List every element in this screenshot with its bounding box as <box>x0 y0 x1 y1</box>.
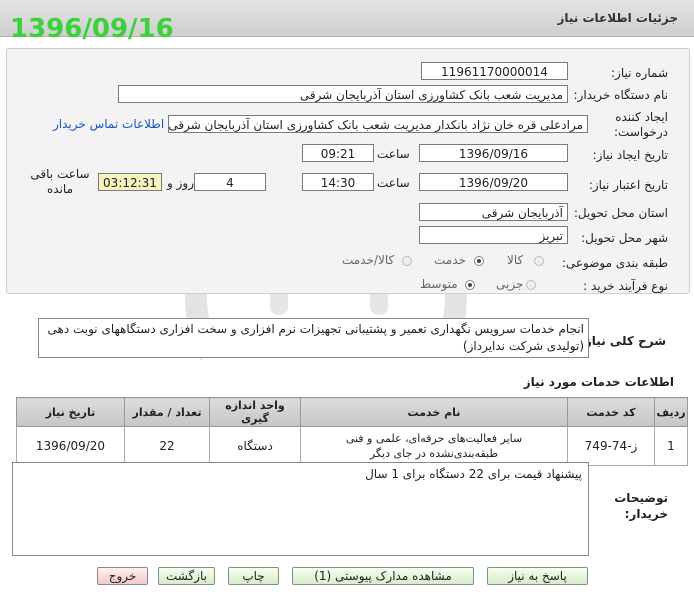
buyer-org-field: مدیریت شعب بانک کشاورزی استان آذربایجان … <box>118 85 568 103</box>
category-goods-radio[interactable] <box>534 256 544 266</box>
view-attachments-button[interactable]: مشاهده مدارک پیوستی (1) <box>292 567 474 585</box>
city-label: شهر محل تحویل: <box>581 231 668 245</box>
need-number-label: شماره نیاز: <box>611 66 668 80</box>
validity-time-field: 14:30 <box>302 173 374 191</box>
summary-field: انجام خدمات سرویس نگهداری تعمیر و پشتیبا… <box>38 318 589 358</box>
summary-label: شرح کلی نیاز: <box>580 334 666 348</box>
category-service-radio[interactable] <box>474 256 484 266</box>
validity-date-label: تاریخ اعتبار نیاز: <box>588 178 668 192</box>
col-qty: تعداد / مقدار <box>124 397 210 427</box>
buyer-org-label: نام دستگاه خریدار: <box>573 88 669 102</box>
category-service-label: خدمت <box>434 253 466 267</box>
category-label: طبقه بندی موضوعی: <box>561 256 668 270</box>
category-goods-service-radio[interactable] <box>402 256 412 266</box>
process-medium-radio[interactable] <box>465 280 475 290</box>
back-button[interactable]: بازگشت <box>158 567 215 585</box>
days-label: روز و <box>167 176 194 190</box>
cell-date: 1396/09/20 <box>16 426 125 466</box>
buyer-contact-link[interactable]: اطلاعات تماس خریدار <box>53 117 164 131</box>
cell-row: 1 <box>654 426 688 466</box>
category-goods-service-label: کالا/خدمت <box>342 253 395 267</box>
process-minor-radio[interactable] <box>526 280 536 290</box>
process-minor-label: جزیی <box>496 277 524 291</box>
created-date-field: 1396/09/16 <box>419 144 568 162</box>
process-medium-label: متوسط <box>420 277 458 291</box>
remaining-time-field: 03:12:31 <box>98 173 162 191</box>
province-label: استان محل تحویل: <box>573 206 668 220</box>
category-goods-label: کالا <box>507 253 524 267</box>
window-title: جزئیات اطلاعات نیاز <box>557 11 678 25</box>
created-date-label: تاریخ ایجاد نیاز: <box>592 148 668 162</box>
col-name: نام خدمت <box>300 397 568 427</box>
validity-date-field: 1396/09/20 <box>419 173 568 191</box>
table-row: 1 ز-74-749 سایر فعالیت‌های حرفه‌ای، علمی… <box>16 426 688 466</box>
col-code: کد خدمت <box>567 397 655 427</box>
cell-unit: دستگاه <box>209 426 301 466</box>
process-label: نوع فرآیند خرید : <box>583 279 668 293</box>
buyer-notes-field: پیشنهاد قیمت برای 22 دستگاه برای 1 سال <box>12 462 589 556</box>
col-unit: واحد اندازه گیری <box>209 397 301 427</box>
print-button[interactable]: چاپ <box>228 567 279 585</box>
cell-code: ز-74-749 <box>567 426 655 466</box>
buyer-notes-label: توضیحات خریدار: <box>614 491 668 521</box>
services-header-row: ردیف کد خدمت نام خدمت واحد اندازه گیری ت… <box>16 397 688 427</box>
remaining-time-label: ساعت باقی مانده <box>30 167 90 196</box>
created-time-label: ساعت <box>377 147 410 161</box>
created-time-field: 09:21 <box>302 144 374 162</box>
col-row: ردیف <box>654 397 688 427</box>
requester-field: مرادعلی قره خان نژاد بانکدار مدیریت شعب … <box>168 115 588 133</box>
province-field: آذربایجان شرقی <box>419 203 568 221</box>
cell-qty: 22 <box>124 426 210 466</box>
date-stamp: 1396/09/16 <box>10 14 174 44</box>
reply-button[interactable]: پاسخ به نیاز <box>487 567 588 585</box>
remaining-days-field: 4 <box>194 173 266 191</box>
services-table: ردیف کد خدمت نام خدمت واحد اندازه گیری ت… <box>16 397 688 466</box>
city-field: تبریز <box>419 226 568 244</box>
need-number-field: 11961170000014 <box>421 62 568 80</box>
exit-button[interactable]: خروج <box>97 567 148 585</box>
col-date: تاریخ نیاز <box>16 397 125 427</box>
cell-name: سایر فعالیت‌های حرفه‌ای، علمی و فنی طبقه… <box>300 426 568 466</box>
services-heading: اطلاعات خدمات مورد نیاز <box>523 375 674 389</box>
validity-time-label: ساعت <box>377 176 410 190</box>
